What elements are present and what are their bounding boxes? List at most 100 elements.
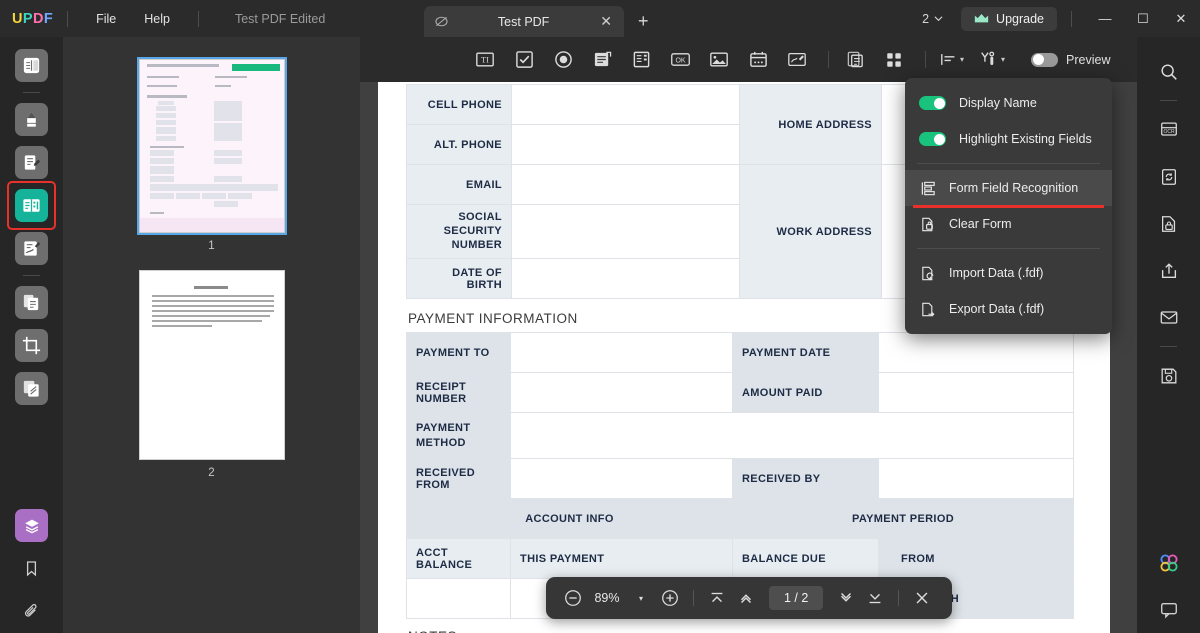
convert-icon bbox=[1159, 167, 1179, 187]
toggle-switch[interactable] bbox=[919, 132, 946, 146]
tool-list-box[interactable] bbox=[624, 45, 658, 75]
page-count-label: 2 bbox=[922, 11, 930, 26]
close-toolbar-button[interactable] bbox=[909, 585, 935, 611]
field-input-alt-phone[interactable] bbox=[511, 124, 740, 165]
first-page-button[interactable] bbox=[704, 585, 730, 611]
zoom-level-value[interactable]: 89% bbox=[589, 591, 625, 605]
thumbnail-panel[interactable]: 1 2 bbox=[63, 37, 360, 633]
toggle-switch[interactable] bbox=[1031, 52, 1059, 67]
menu-clear-form[interactable]: Clear Form bbox=[905, 206, 1112, 242]
edit-pdf-icon bbox=[21, 152, 42, 173]
tool-signature-field[interactable] bbox=[780, 45, 814, 75]
right-item-search[interactable] bbox=[1152, 55, 1185, 88]
thumbnail-page-2[interactable] bbox=[138, 270, 285, 460]
right-item-protect[interactable] bbox=[1152, 207, 1185, 240]
field-label: PAYMENT TO bbox=[406, 332, 511, 374]
tool-radio-button[interactable] bbox=[546, 45, 580, 75]
right-item-ai-assistant[interactable] bbox=[1152, 546, 1185, 579]
divider bbox=[693, 590, 694, 606]
menu-file[interactable]: File bbox=[82, 8, 130, 30]
previous-page-button[interactable] bbox=[733, 585, 759, 611]
tab-test-pdf[interactable]: Test PDF ✕ bbox=[424, 6, 624, 37]
menu-import-data[interactable]: Import Data (.fdf) bbox=[905, 255, 1112, 291]
preview-toggle[interactable]: Preview bbox=[1031, 52, 1111, 67]
menu-item-label: Highlight Existing Fields bbox=[959, 132, 1092, 146]
field-input-email[interactable] bbox=[511, 164, 740, 205]
upgrade-button[interactable]: Upgrade bbox=[961, 6, 1057, 31]
menu-export-data[interactable]: Export Data (.fdf) bbox=[905, 291, 1112, 327]
zoom-dropdown-caret[interactable]: ▾ bbox=[628, 585, 654, 611]
sign-icon bbox=[21, 238, 42, 259]
sidebar-item-edit-pdf[interactable] bbox=[15, 146, 48, 179]
tool-tab-order[interactable] bbox=[877, 45, 911, 75]
menu-help[interactable]: Help bbox=[130, 8, 184, 30]
sidebar-item-reader[interactable] bbox=[15, 49, 48, 82]
form-icon bbox=[21, 195, 42, 216]
tool-push-button[interactable]: OK bbox=[663, 45, 697, 75]
field-input-date-of-birth[interactable] bbox=[511, 258, 740, 300]
tool-checkbox[interactable] bbox=[507, 45, 541, 75]
toggle-switch[interactable] bbox=[919, 96, 946, 110]
tool-date-field[interactable] bbox=[741, 45, 775, 75]
sidebar-item-layers[interactable] bbox=[15, 509, 48, 542]
close-icon[interactable]: ✕ bbox=[597, 13, 615, 30]
field-input-amount-paid[interactable] bbox=[878, 372, 1074, 414]
sidebar-item-attachment[interactable] bbox=[15, 595, 48, 628]
close-window-button[interactable]: ✕ bbox=[1162, 11, 1200, 27]
field-label: RECEIVED FROM bbox=[406, 458, 511, 500]
divider bbox=[1160, 100, 1177, 101]
right-item-share[interactable] bbox=[1152, 254, 1185, 287]
tool-dropdown[interactable] bbox=[585, 45, 619, 75]
field-input-acct-balance[interactable] bbox=[406, 578, 511, 620]
tool-align[interactable]: ▾ bbox=[935, 45, 969, 75]
field-input-cell-phone[interactable] bbox=[511, 84, 740, 125]
minimize-button[interactable]: — bbox=[1086, 11, 1124, 26]
field-input-payment-date[interactable] bbox=[878, 332, 1074, 374]
divider bbox=[1071, 10, 1072, 27]
field-input-receipt-number[interactable] bbox=[510, 372, 733, 414]
chevron-down-icon: ▾ bbox=[1001, 55, 1006, 64]
new-tab-button[interactable]: + bbox=[638, 11, 649, 32]
sidebar-item-bookmark[interactable] bbox=[15, 552, 48, 585]
page-indicator[interactable]: 1 / 2 bbox=[769, 586, 824, 610]
sidebar-item-sign[interactable] bbox=[15, 232, 48, 265]
field-label: HOME ADDRESS bbox=[739, 84, 882, 165]
last-page-button[interactable] bbox=[862, 585, 888, 611]
right-item-email[interactable] bbox=[1152, 301, 1185, 334]
menu-display-name[interactable]: Display Name bbox=[905, 85, 1112, 121]
divider bbox=[197, 10, 199, 27]
tool-form-settings[interactable]: ▾ bbox=[974, 45, 1010, 75]
email-icon bbox=[1159, 309, 1179, 326]
divider bbox=[67, 10, 69, 27]
tool-image-field[interactable] bbox=[702, 45, 736, 75]
sidebar-item-compare[interactable] bbox=[15, 372, 48, 405]
page-count-dropdown[interactable]: 2 bbox=[922, 12, 943, 26]
right-item-ocr[interactable]: OCR bbox=[1152, 113, 1185, 146]
field-label: WORK ADDRESS bbox=[739, 163, 882, 300]
field-label: EMAIL bbox=[406, 164, 512, 205]
sidebar-item-organize-pages[interactable] bbox=[15, 286, 48, 319]
tool-copy-fields[interactable] bbox=[838, 45, 872, 75]
zoom-out-button[interactable] bbox=[560, 585, 586, 611]
menu-form-field-recognition[interactable]: Form Field Recognition bbox=[905, 170, 1112, 208]
field-input-received-by[interactable] bbox=[878, 458, 1074, 500]
next-page-button[interactable] bbox=[833, 585, 859, 611]
right-item-save[interactable] bbox=[1152, 359, 1185, 392]
sidebar-item-crop[interactable] bbox=[15, 329, 48, 362]
tool-text-field[interactable]: TI bbox=[468, 45, 502, 75]
zoom-in-button[interactable] bbox=[657, 585, 683, 611]
compare-icon bbox=[21, 378, 42, 399]
thumbnail-number: 1 bbox=[208, 240, 215, 252]
field-input-payment-method[interactable] bbox=[510, 412, 1074, 460]
menu-highlight-existing-fields[interactable]: Highlight Existing Fields bbox=[905, 121, 1112, 157]
sidebar-item-form[interactable] bbox=[7, 181, 56, 230]
field-input-payment-to[interactable] bbox=[510, 332, 733, 374]
maximize-button[interactable]: ☐ bbox=[1124, 11, 1162, 27]
field-input-ssn[interactable] bbox=[511, 203, 740, 260]
field-input-received-from[interactable] bbox=[510, 458, 733, 500]
title-bar: U P D F File Help Test PDF Edited Test P… bbox=[0, 0, 1200, 37]
thumbnail-page-1[interactable] bbox=[136, 57, 287, 235]
sidebar-item-annotate[interactable] bbox=[15, 103, 48, 136]
right-item-feedback[interactable] bbox=[1152, 593, 1185, 626]
right-item-convert[interactable] bbox=[1152, 160, 1185, 193]
